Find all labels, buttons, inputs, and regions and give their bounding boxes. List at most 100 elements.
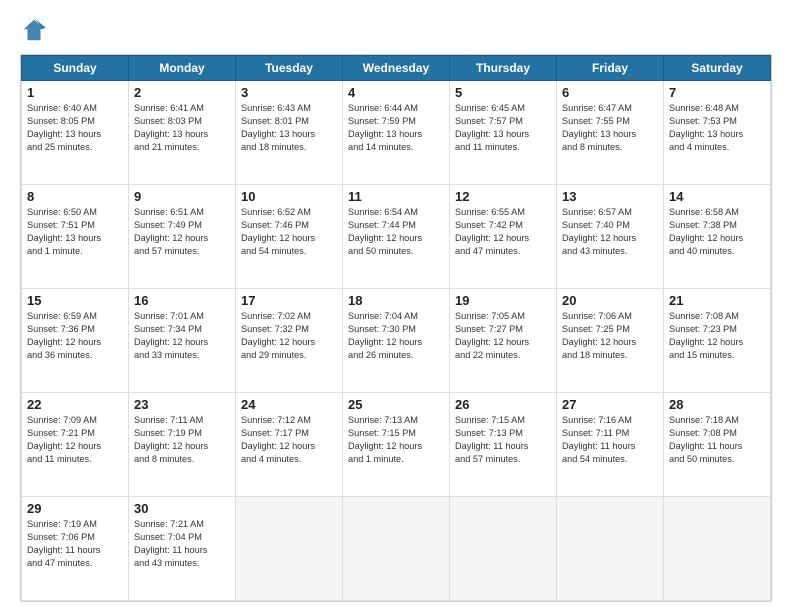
- day-number: 3: [241, 85, 337, 100]
- day-cell-17: 17 Sunrise: 7:02 AMSunset: 7:32 PMDayligh…: [236, 289, 343, 393]
- day-cell-10: 10Sunrise: 6:52 AMSunset: 7:46 PMDayligh…: [236, 185, 343, 289]
- cell-content: Sunrise: 6:47 AMSunset: 7:55 PMDaylight:…: [562, 102, 658, 154]
- day-number: 18: [348, 293, 444, 308]
- calendar-table: Sunday Monday Tuesday Wednesday Thursday…: [21, 55, 771, 601]
- day-cell-20: 20Sunrise: 7:06 AMSunset: 7:25 PMDayligh…: [557, 289, 664, 393]
- day-number: 13: [562, 189, 658, 204]
- logo-icon: [20, 16, 48, 44]
- day-number: 10: [241, 189, 337, 204]
- day-number: 28: [669, 397, 765, 412]
- day-number: 17: [241, 293, 337, 308]
- day-number: 7: [669, 85, 765, 100]
- cell-content: Sunrise: 7:04 AMSunset: 7:30 PMDaylight:…: [348, 310, 444, 362]
- cell-content: Sunrise: 7:18 AMSunset: 7:08 PMDaylight:…: [669, 414, 765, 466]
- cell-content: Sunrise: 6:41 AMSunset: 8:03 PMDaylight:…: [134, 102, 230, 154]
- day-number: 9: [134, 189, 230, 204]
- day-cell-empty: [450, 497, 557, 601]
- day-number: 23: [134, 397, 230, 412]
- day-cell-28: 28 Sunrise: 7:18 AMSunset: 7:08 PMDayligh…: [664, 393, 771, 497]
- day-number: 29: [27, 501, 123, 516]
- day-number: 14: [669, 189, 765, 204]
- day-cell-19: 19 Sunrise: 7:05 AMSunset: 7:27 PMDayligh…: [450, 289, 557, 393]
- day-cell-5: 5 Sunrise: 6:45 AMSunset: 7:57 PMDaylight…: [450, 81, 557, 185]
- day-cell-empty: [664, 497, 771, 601]
- cell-content: Sunrise: 6:54 AMSunset: 7:44 PMDaylight:…: [348, 206, 444, 258]
- calendar: Sunday Monday Tuesday Wednesday Thursday…: [20, 54, 772, 602]
- day-cell-4: 4Sunrise: 6:44 AMSunset: 7:59 PMDaylight…: [343, 81, 450, 185]
- day-cell-7: 7Sunrise: 6:48 AMSunset: 7:53 PMDaylight…: [664, 81, 771, 185]
- cell-content: Sunrise: 7:08 AMSunset: 7:23 PMDaylight:…: [669, 310, 765, 362]
- day-header-row: Sunday Monday Tuesday Wednesday Thursday…: [22, 56, 771, 81]
- cell-content: Sunrise: 7:13 AMSunset: 7:15 PMDaylight:…: [348, 414, 444, 466]
- day-number: 30: [134, 501, 230, 516]
- day-number: 21: [669, 293, 765, 308]
- day-cell-26: 26 Sunrise: 7:15 AMSunset: 7:13 PMDayligh…: [450, 393, 557, 497]
- day-cell-1: 1 Sunrise: 6:40 AMSunset: 8:05 PMDaylight…: [22, 81, 129, 185]
- day-cell-30: 30 Sunrise: 7:21 AMSunset: 7:04 PMDayligh…: [129, 497, 236, 601]
- day-number: 22: [27, 397, 123, 412]
- day-number: 2: [134, 85, 230, 100]
- cell-content: Sunrise: 7:21 AMSunset: 7:04 PMDaylight:…: [134, 518, 230, 570]
- cell-content: Sunrise: 6:44 AMSunset: 7:59 PMDaylight:…: [348, 102, 444, 154]
- day-number: 27: [562, 397, 658, 412]
- header-saturday: Saturday: [664, 56, 771, 81]
- day-cell-13: 13 Sunrise: 6:57 AMSunset: 7:40 PMDayligh…: [557, 185, 664, 289]
- page: Sunday Monday Tuesday Wednesday Thursday…: [0, 0, 792, 612]
- cell-content: Sunrise: 6:40 AMSunset: 8:05 PMDaylight:…: [27, 102, 123, 154]
- cell-content: Sunrise: 7:09 AMSunset: 7:21 PMDaylight:…: [27, 414, 123, 466]
- day-cell-21: 21 Sunrise: 7:08 AMSunset: 7:23 PMDayligh…: [664, 289, 771, 393]
- day-number: 26: [455, 397, 551, 412]
- week-row-3: 15 Sunrise: 6:59 AMSunset: 7:36 PMDayligh…: [22, 289, 771, 393]
- day-cell-6: 6Sunrise: 6:47 AMSunset: 7:55 PMDaylight…: [557, 81, 664, 185]
- day-cell-29: 29Sunrise: 7:19 AMSunset: 7:06 PMDayligh…: [22, 497, 129, 601]
- cell-content: Sunrise: 7:05 AMSunset: 7:27 PMDaylight:…: [455, 310, 551, 362]
- cell-content: Sunrise: 6:57 AMSunset: 7:40 PMDaylight:…: [562, 206, 658, 258]
- cell-content: Sunrise: 7:15 AMSunset: 7:13 PMDaylight:…: [455, 414, 551, 466]
- week-row-4: 22 Sunrise: 7:09 AMSunset: 7:21 PMDayligh…: [22, 393, 771, 497]
- cell-content: Sunrise: 7:16 AMSunset: 7:11 PMDaylight:…: [562, 414, 658, 466]
- cell-content: Sunrise: 6:59 AMSunset: 7:36 PMDaylight:…: [27, 310, 123, 362]
- week-row-5: 29Sunrise: 7:19 AMSunset: 7:06 PMDayligh…: [22, 497, 771, 601]
- day-cell-8: 8 Sunrise: 6:50 AMSunset: 7:51 PMDaylight…: [22, 185, 129, 289]
- cell-content: Sunrise: 7:02 AMSunset: 7:32 PMDaylight:…: [241, 310, 337, 362]
- day-cell-24: 24 Sunrise: 7:12 AMSunset: 7:17 PMDayligh…: [236, 393, 343, 497]
- day-number: 20: [562, 293, 658, 308]
- week-row-2: 8 Sunrise: 6:50 AMSunset: 7:51 PMDaylight…: [22, 185, 771, 289]
- cell-content: Sunrise: 6:50 AMSunset: 7:51 PMDaylight:…: [27, 206, 123, 258]
- day-cell-27: 27 Sunrise: 7:16 AMSunset: 7:11 PMDayligh…: [557, 393, 664, 497]
- day-cell-22: 22 Sunrise: 7:09 AMSunset: 7:21 PMDayligh…: [22, 393, 129, 497]
- cell-content: Sunrise: 7:11 AMSunset: 7:19 PMDaylight:…: [134, 414, 230, 466]
- header-wednesday: Wednesday: [343, 56, 450, 81]
- header: [20, 16, 772, 44]
- day-cell-2: 2 Sunrise: 6:41 AMSunset: 8:03 PMDaylight…: [129, 81, 236, 185]
- header-tuesday: Tuesday: [236, 56, 343, 81]
- day-cell-9: 9 Sunrise: 6:51 AMSunset: 7:49 PMDaylight…: [129, 185, 236, 289]
- cell-content: Sunrise: 6:45 AMSunset: 7:57 PMDaylight:…: [455, 102, 551, 154]
- day-cell-25: 25 Sunrise: 7:13 AMSunset: 7:15 PMDayligh…: [343, 393, 450, 497]
- day-cell-11: 11 Sunrise: 6:54 AMSunset: 7:44 PMDayligh…: [343, 185, 450, 289]
- day-cell-18: 18 Sunrise: 7:04 AMSunset: 7:30 PMDayligh…: [343, 289, 450, 393]
- day-cell-3: 3 Sunrise: 6:43 AMSunset: 8:01 PMDaylight…: [236, 81, 343, 185]
- header-monday: Monday: [129, 56, 236, 81]
- cell-content: Sunrise: 7:12 AMSunset: 7:17 PMDaylight:…: [241, 414, 337, 466]
- day-cell-23: 23 Sunrise: 7:11 AMSunset: 7:19 PMDayligh…: [129, 393, 236, 497]
- day-cell-15: 15 Sunrise: 6:59 AMSunset: 7:36 PMDayligh…: [22, 289, 129, 393]
- header-sunday: Sunday: [22, 56, 129, 81]
- day-number: 11: [348, 189, 444, 204]
- day-number: 25: [348, 397, 444, 412]
- header-thursday: Thursday: [450, 56, 557, 81]
- day-cell-14: 14 Sunrise: 6:58 AMSunset: 7:38 PMDayligh…: [664, 185, 771, 289]
- day-number: 12: [455, 189, 551, 204]
- day-number: 15: [27, 293, 123, 308]
- day-cell-empty: [557, 497, 664, 601]
- day-number: 19: [455, 293, 551, 308]
- day-number: 1: [27, 85, 123, 100]
- cell-content: Sunrise: 6:51 AMSunset: 7:49 PMDaylight:…: [134, 206, 230, 258]
- day-number: 24: [241, 397, 337, 412]
- week-row-1: 1 Sunrise: 6:40 AMSunset: 8:05 PMDaylight…: [22, 81, 771, 185]
- header-friday: Friday: [557, 56, 664, 81]
- day-number: 8: [27, 189, 123, 204]
- cell-content: Sunrise: 6:43 AMSunset: 8:01 PMDaylight:…: [241, 102, 337, 154]
- cell-content: Sunrise: 6:58 AMSunset: 7:38 PMDaylight:…: [669, 206, 765, 258]
- day-number: 5: [455, 85, 551, 100]
